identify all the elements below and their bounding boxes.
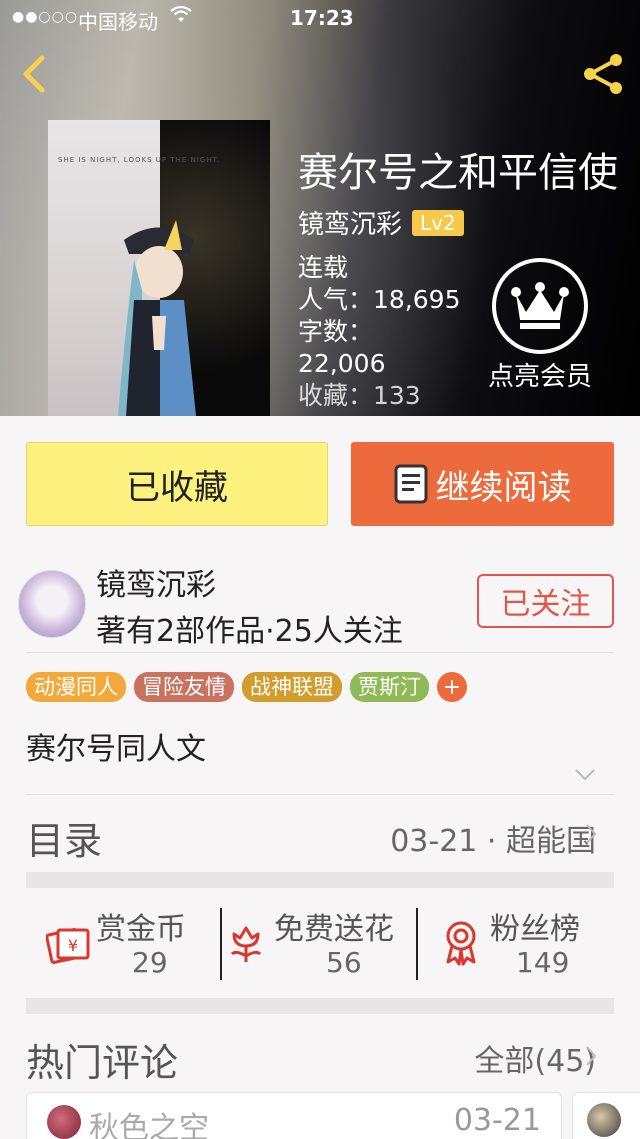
- wifi-icon: [170, 5, 192, 29]
- word-count: 22,006: [298, 349, 386, 378]
- author-line: 镜鸾沉彩 Lv2: [298, 204, 464, 241]
- add-tag-button[interactable]: +: [437, 672, 467, 702]
- send-flower-button[interactable]: 免费送花 56: [222, 904, 418, 982]
- red-envelope-icon: ¥: [46, 928, 90, 964]
- flower-icon: [230, 926, 262, 962]
- divider: [26, 652, 614, 653]
- crown-badge: [492, 258, 588, 354]
- share-icon: [584, 54, 622, 94]
- section-separator: [26, 872, 614, 888]
- comment-username: 秋色之空: [89, 1111, 209, 1139]
- cover-illustration: [118, 220, 196, 416]
- back-button[interactable]: [14, 52, 54, 96]
- continue-reading-label: 继续阅读: [435, 467, 572, 508]
- svg-text:¥: ¥: [68, 936, 78, 955]
- hot-comments-label: 热门评论: [26, 1041, 179, 1085]
- author-card-name: 镜鸾沉彩: [96, 568, 216, 603]
- serial-status: 连载: [298, 253, 349, 282]
- toc-label[interactable]: 目录: [26, 810, 102, 865]
- medal-icon: [446, 921, 476, 966]
- chevron-left-icon: [23, 55, 45, 93]
- book-description: 赛尔号同人文: [26, 732, 206, 767]
- fan-ranking-count: 149: [516, 946, 570, 979]
- crown-icon: [511, 282, 569, 329]
- avatar: [587, 1103, 621, 1137]
- follow-label: 已关注: [500, 587, 591, 622]
- reward-coins-label: 赏金币: [96, 912, 186, 947]
- send-flower-count: 56: [326, 946, 362, 979]
- book-icon: [394, 464, 427, 504]
- carrier-name: 中国移动: [78, 10, 158, 34]
- chevron-right-icon[interactable]: [584, 822, 598, 846]
- send-flower-label: 免费送花: [274, 912, 394, 947]
- author-name[interactable]: 镜鸾沉彩: [298, 204, 402, 241]
- cover-tagline: SHE IS NIGHT, LOOKS UP THE NIGHT.: [58, 156, 221, 164]
- continue-reading-button[interactable]: 继续阅读: [351, 442, 614, 526]
- book-meta: 连载 人气：18,695 字数： 22,006 收藏：133: [298, 252, 478, 412]
- status-bar: ●●○○○ 中国移动 17:23: [0, 0, 640, 36]
- book-header-banner: ●●○○○ 中国移动 17:23 SHE IS NIGHT, LOOKS UP …: [0, 0, 640, 416]
- tag-item[interactable]: 战神联盟: [242, 672, 342, 702]
- author-card[interactable]: 镜鸾沉彩 著有2部作品·25人关注 已关注: [0, 560, 640, 650]
- comment-date: 03-21: [453, 1103, 541, 1138]
- all-comments-link[interactable]: 全部(45): [474, 1036, 596, 1080]
- member-button[interactable]: 点亮会员: [484, 258, 596, 393]
- fan-ranking-label: 粉丝榜: [490, 912, 580, 947]
- support-actions: ¥ 赏金币 29 免费送花 56 粉丝榜 149: [26, 904, 614, 982]
- comment-card[interactable]: 秋色之空 03-21: [26, 1092, 562, 1139]
- favorited-button[interactable]: 已收藏: [26, 442, 328, 526]
- chevron-down-icon[interactable]: [574, 768, 596, 782]
- book-cover[interactable]: SHE IS NIGHT, LOOKS UP THE NIGHT.: [48, 120, 270, 416]
- book-title: 赛尔号之和平信使: [298, 150, 618, 196]
- avatar: [47, 1105, 81, 1139]
- level-badge: Lv2: [412, 209, 464, 236]
- toc-latest-chapter[interactable]: 03-21 · 超能国: [390, 816, 596, 860]
- favorited-label: 已收藏: [126, 467, 228, 508]
- reward-coins-count: 29: [132, 946, 168, 979]
- favorites-count: 收藏：133: [298, 381, 421, 410]
- author-card-stats: 著有2部作品·25人关注: [96, 614, 403, 649]
- share-button[interactable]: [580, 52, 628, 96]
- section-separator: [26, 998, 614, 1014]
- tag-item[interactable]: 贾斯汀: [350, 672, 429, 702]
- clock: 17:23: [290, 6, 354, 30]
- follow-button[interactable]: 已关注: [477, 574, 614, 628]
- comment-card[interactable]: [572, 1092, 640, 1139]
- member-label: 点亮会员: [487, 362, 592, 392]
- reward-coins-button[interactable]: ¥ 赏金币 29: [26, 904, 222, 982]
- avatar[interactable]: [18, 570, 86, 638]
- tag-item[interactable]: 冒险友情: [134, 672, 234, 702]
- chevron-right-icon[interactable]: [584, 1044, 598, 1068]
- signal-strength: ●●○○○: [12, 9, 79, 25]
- divider: [26, 794, 614, 795]
- tag-item[interactable]: 动漫同人: [26, 672, 126, 702]
- fan-ranking-button[interactable]: 粉丝榜 149: [418, 904, 614, 982]
- popularity: 人气：18,695: [298, 285, 461, 314]
- tag-list: 动漫同人 冒险友情 战神联盟 贾斯汀 +: [26, 672, 467, 702]
- word-count-label: 字数：: [298, 317, 374, 346]
